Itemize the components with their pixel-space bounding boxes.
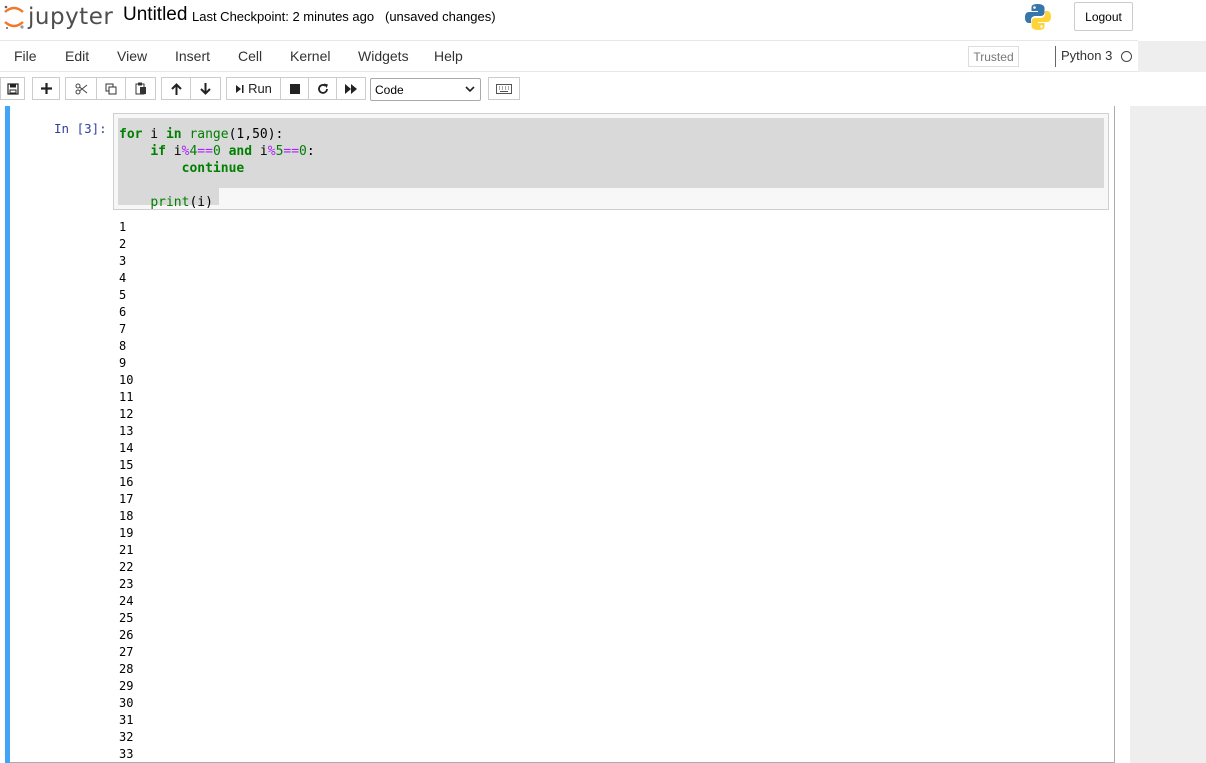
output-line: 25 xyxy=(119,611,134,625)
menu-help[interactable]: Help xyxy=(434,48,463,64)
code-line-3: continue xyxy=(181,161,245,176)
output-line: 3 xyxy=(119,254,127,268)
output-line: 31 xyxy=(119,713,134,727)
copy-button[interactable] xyxy=(96,77,126,100)
python-logo-icon xyxy=(1025,4,1051,30)
save-button[interactable] xyxy=(0,77,25,100)
output-line: 18 xyxy=(119,509,134,523)
menu-insert[interactable]: Insert xyxy=(175,48,210,64)
output-line: 12 xyxy=(119,407,134,421)
cell-selected-bar xyxy=(5,106,10,763)
output-line: 8 xyxy=(119,339,127,353)
kernel-name[interactable]: Python 3 xyxy=(1061,48,1112,63)
restart-button[interactable] xyxy=(308,77,337,100)
output-line: 14 xyxy=(119,441,134,455)
right-gutter xyxy=(1130,106,1206,763)
save-icon xyxy=(6,82,19,95)
jupyter-logo-icon xyxy=(4,5,24,29)
run-label: Run xyxy=(248,81,272,96)
cut-button[interactable] xyxy=(65,77,97,100)
keyboard-icon xyxy=(496,83,512,94)
interrupt-button[interactable] xyxy=(280,77,309,100)
output-line: 26 xyxy=(119,628,134,642)
menubar: File Edit View Insert Cell Kernel Widget… xyxy=(0,40,1138,72)
code-line-2: if i%4==0 and i%5==0: xyxy=(150,144,315,159)
notebook-title[interactable]: Untitled xyxy=(123,4,187,26)
output-line: 15 xyxy=(119,458,134,472)
menu-kernel[interactable]: Kernel xyxy=(290,48,330,64)
output-line: 2 xyxy=(119,237,127,251)
stop-icon xyxy=(289,83,300,94)
unsaved-status: (unsaved changes) xyxy=(385,9,496,24)
output-line: 33 xyxy=(119,747,134,761)
output-line: 30 xyxy=(119,696,134,710)
output-line: 21 xyxy=(119,543,134,557)
output-line: 28 xyxy=(119,662,134,676)
header: jupyter Untitled Last Checkpoint: 2 minu… xyxy=(0,0,1206,41)
kernel-idle-icon xyxy=(1121,51,1132,62)
arrow-up-icon xyxy=(170,82,182,95)
menu-cell[interactable]: Cell xyxy=(238,48,262,64)
output-line: 13 xyxy=(119,424,134,438)
step-forward-icon xyxy=(236,84,244,93)
chevron-down-icon xyxy=(465,86,475,93)
output-line: 6 xyxy=(119,305,127,319)
input-prompt: In [3]: xyxy=(54,121,107,136)
output-line: 10 xyxy=(119,373,134,387)
plus-icon xyxy=(40,83,52,94)
output-line: 19 xyxy=(119,526,134,540)
menu-edit[interactable]: Edit xyxy=(65,48,89,64)
command-palette-button[interactable] xyxy=(488,77,520,100)
code-line-5: print(i) xyxy=(150,195,213,210)
checkpoint-status: Last Checkpoint: 2 minutes ago xyxy=(192,9,375,24)
insert-cell-button[interactable] xyxy=(32,77,60,100)
menu-view[interactable]: View xyxy=(117,48,147,64)
logo-text: jupyter xyxy=(28,4,114,30)
scissors-icon xyxy=(75,83,87,94)
output-line: 23 xyxy=(119,577,134,591)
output-line: 7 xyxy=(119,322,127,336)
menu-widgets[interactable]: Widgets xyxy=(358,48,409,64)
kernel-divider xyxy=(1055,46,1056,67)
move-down-button[interactable] xyxy=(190,77,221,100)
logout-button[interactable]: Logout xyxy=(1074,2,1133,31)
output-line: 27 xyxy=(119,645,134,659)
refresh-icon xyxy=(317,83,328,94)
notebook-container: In [3]: for i in range(1,50): if i%4==0 … xyxy=(0,106,1130,763)
output-line: 16 xyxy=(119,475,134,489)
move-up-button[interactable] xyxy=(161,77,191,100)
code-editor[interactable]: for i in range(1,50): if i%4==0 and i%5=… xyxy=(113,113,1109,210)
run-button[interactable]: Run xyxy=(226,77,281,100)
menu-file[interactable]: File xyxy=(14,48,37,64)
output-line: 11 xyxy=(119,390,134,404)
output-line: 9 xyxy=(119,356,127,370)
cell-type-value: Code xyxy=(375,82,404,97)
output-line: 32 xyxy=(119,730,134,744)
arrow-down-icon xyxy=(200,82,211,95)
toolbar: Run Code xyxy=(0,72,1206,106)
output-line: 17 xyxy=(119,492,134,506)
paste-button[interactable] xyxy=(125,77,156,100)
output-line: 4 xyxy=(119,271,127,285)
cell-type-select[interactable]: Code xyxy=(370,78,481,101)
code-line-1: for i in range(1,50): xyxy=(119,127,284,142)
output-line: 22 xyxy=(119,560,134,574)
restart-run-all-button[interactable] xyxy=(336,77,366,100)
output-line: 24 xyxy=(119,594,134,608)
paste-icon xyxy=(135,82,146,95)
output-line: 29 xyxy=(119,679,134,693)
copy-icon xyxy=(105,83,117,94)
cell-output: 1 2 3 4 5 6 7 8 9 10 11 12 13 14 15 16 17 18 19 21 22 23 24 25 2… xyxy=(119,219,133,763)
fast-forward-icon xyxy=(344,83,357,94)
output-line: 5 xyxy=(119,288,127,302)
output-line: 1 xyxy=(119,220,127,234)
jupyter-logo[interactable]: jupyter xyxy=(3,2,113,32)
trusted-indicator[interactable]: Trusted xyxy=(968,46,1019,67)
